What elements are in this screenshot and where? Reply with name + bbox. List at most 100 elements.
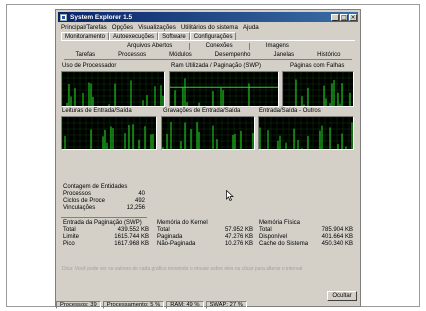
tab-software[interactable]: Software <box>158 32 190 40</box>
stat-value: 10.276 KB <box>224 241 253 247</box>
stat-value: 439.552 KB <box>117 227 149 233</box>
menu-bar: Principal/Tarefas Opções Visualizações U… <box>58 23 358 31</box>
tab-monitoramento[interactable]: Monitoramento <box>61 32 110 40</box>
stat-row: Vinculações 12,256 <box>63 205 145 212</box>
tab-conexoes[interactable]: Conexões <box>206 43 233 50</box>
io-read-graph-label: Leituras de Entrada/Saída <box>62 108 132 114</box>
kernel-memory-group: Memória do Kernel Total 57.952 KB Paginad… <box>157 220 253 248</box>
stat-row: Pico 1617.968 KB <box>63 241 149 248</box>
stat-row: Processos 40 <box>63 191 145 198</box>
tab-modulos[interactable]: Módulos <box>169 52 192 58</box>
ram-graph-label: Ram Utilizada / Paginação (SWP) <box>171 63 262 69</box>
stat-label: Não-Paginada <box>157 241 196 247</box>
stat-label: Processos <box>63 191 92 197</box>
tab-separator <box>248 43 250 50</box>
stat-value: 401.664 KB <box>321 234 353 240</box>
group-divider <box>61 217 147 218</box>
stat-value: 40 <box>138 191 145 197</box>
stat-label: Total <box>63 227 76 233</box>
io-write-graph-label: Gravações de Entrada/Saída <box>163 108 241 114</box>
menu-ajuda[interactable]: Ajuda <box>243 24 259 31</box>
stat-row: Limite 1615.744 KB <box>63 234 149 241</box>
mouse-cursor-icon <box>226 190 234 201</box>
tab-desempenho[interactable]: Desempenho <box>215 52 251 58</box>
stat-value: 1615.744 KB <box>114 234 149 240</box>
graph-canvas <box>283 72 353 106</box>
tab-configuracoes[interactable]: Configurações <box>189 32 237 40</box>
io-other-graph-label: Entrada/Saída - Outros <box>259 108 321 114</box>
stat-label: Limite <box>63 234 80 240</box>
stat-label: Paginada <box>157 234 183 240</box>
entity-count-header: Contagem de Entidades <box>63 184 128 190</box>
app-icon <box>60 13 67 21</box>
stat-label: Cache do Sistema <box>259 241 309 247</box>
paging-header: Entrada da Paginação (SWP) <box>63 220 142 226</box>
tab-historico[interactable]: Histórico <box>317 52 340 58</box>
ram-swap-graph[interactable] <box>169 71 279 107</box>
stat-label: Total <box>259 227 272 233</box>
window-title: System Explorer 1.5 <box>70 13 133 21</box>
stat-row: Ciclos de Proce 492 <box>63 198 145 205</box>
sub-tabs: Arquivos Abertos Conexões Imagens Tarefa… <box>64 43 352 63</box>
tab-arquivos-abertos[interactable]: Arquivos Abertos <box>127 43 172 50</box>
graph-canvas <box>162 117 254 149</box>
stat-row: Total 57.952 KB <box>157 227 253 234</box>
hint-text: Dica: Você pode ver os valores de cada g… <box>62 266 302 272</box>
stat-row: Não-Paginada 10.276 KB <box>157 241 253 248</box>
stat-row: Cache do Sistema 450.340 KB <box>259 241 353 248</box>
kernel-memory-header: Memória do Kernel <box>157 220 208 226</box>
stat-row: Paginada 47.276 KB <box>157 234 253 241</box>
paging-group: Entrada da Paginação (SWP) Total 439.552 … <box>63 220 149 248</box>
tab-tarefas[interactable]: Tarefas <box>75 52 95 58</box>
maximize-button[interactable]: □ <box>340 13 348 21</box>
status-ram: RAM: 49 % <box>166 301 204 309</box>
tab-imagens[interactable]: Imagens <box>266 43 289 50</box>
menu-utilitarios[interactable]: Utilitários do sistema <box>181 24 238 31</box>
physical-memory-header: Memória Física <box>259 220 301 226</box>
menu-opcoes[interactable]: Opções <box>112 24 133 31</box>
stat-value: 57.952 KB <box>224 227 253 233</box>
stat-value: 1617.968 KB <box>114 241 149 247</box>
tab-separator <box>188 43 190 50</box>
stat-row: Disponível 401.664 KB <box>259 234 353 241</box>
main-tabs: Monitoramento Autoexecuções Software Con… <box>61 32 355 41</box>
stat-value: 492 <box>134 198 145 204</box>
minimize-button[interactable]: _ <box>331 13 339 21</box>
status-swap: SWAP: 27 % <box>205 301 247 309</box>
cpu-graph-label: Uso de Processador <box>62 63 117 69</box>
io-write-graph[interactable] <box>161 116 255 150</box>
tab-processos[interactable]: Processos <box>118 52 146 58</box>
stat-row: Total 785.904 KB <box>259 227 353 234</box>
graph-canvas <box>259 117 353 149</box>
stat-value: 450.340 KB <box>321 241 353 247</box>
io-other-graph[interactable] <box>258 116 354 150</box>
hide-button[interactable]: Ocultar <box>327 291 357 301</box>
cpu-usage-graph[interactable] <box>61 71 165 107</box>
graph-canvas <box>170 72 278 106</box>
stat-value: 12,256 <box>126 205 145 211</box>
tab-autoexecucoes[interactable]: Autoexecuções <box>109 32 159 40</box>
menu-visualizacoes[interactable]: Visualizações <box>138 24 176 31</box>
graph-canvas <box>62 72 164 106</box>
graph-canvas <box>62 117 156 149</box>
stat-label: Disponível <box>259 234 288 240</box>
system-explorer-window: System Explorer 1.5 _ □ × Principal/Tare… <box>55 9 361 307</box>
stat-row: Total 439.552 KB <box>63 227 149 234</box>
status-processes: Processos: 39 <box>56 301 101 309</box>
stat-label: Vinculações <box>63 205 96 211</box>
close-button[interactable]: × <box>349 13 357 21</box>
tab-janelas[interactable]: Janelas <box>273 52 294 58</box>
title-bar[interactable]: System Explorer 1.5 _ □ × <box>58 12 358 22</box>
stat-value: 47.276 KB <box>224 234 253 240</box>
io-read-graph[interactable] <box>61 116 157 150</box>
status-cpu: Processamento: 5 % <box>102 301 165 309</box>
page-faults-graph-label: Páginas com Falhas <box>290 63 345 69</box>
stat-value: 785.904 KB <box>321 227 353 233</box>
entity-count-group: Contagem de Entidades Processos 40 Ciclos… <box>63 184 145 212</box>
physical-memory-group: Memória Física Total 785.904 KB Disponíve… <box>259 220 353 248</box>
menu-principal[interactable]: Principal/Tarefas <box>61 24 107 31</box>
stat-label: Ciclos de Proce <box>63 198 106 204</box>
stat-label: Total <box>157 227 170 233</box>
page-faults-graph[interactable] <box>282 71 354 107</box>
status-bar: Processos: 39 Processamento: 5 % RAM: 49… <box>56 301 360 309</box>
